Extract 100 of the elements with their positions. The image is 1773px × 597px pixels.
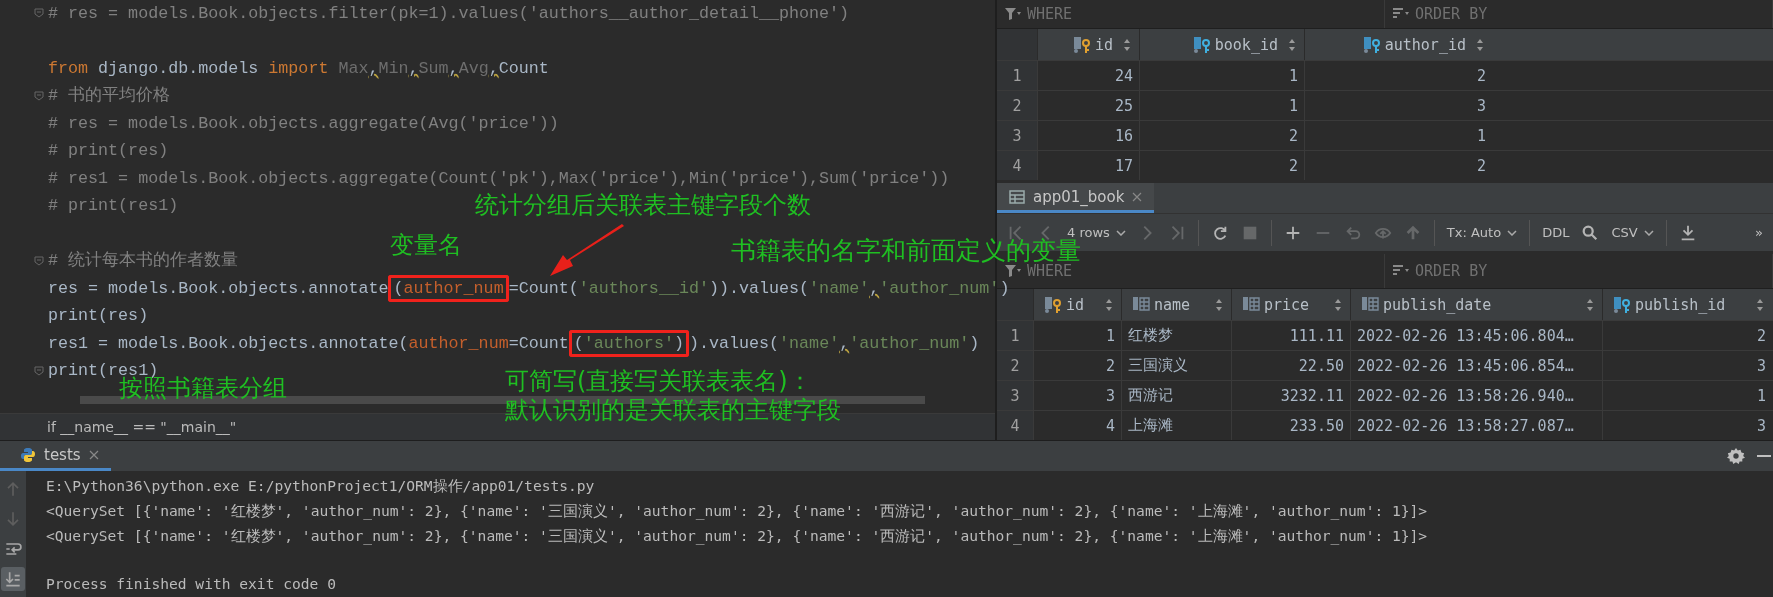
column-header[interactable]: author_id — [1304, 29, 1492, 60]
table-cell[interactable]: 1 — [1602, 381, 1772, 410]
table-cell[interactable]: 1 — [1304, 121, 1492, 150]
console-line: <QuerySet [{'name': '红楼梦', 'author_num': 2}, {'name': '三国演义', 'author_num': 2}, {'name': '西游记', 'author_num': 2}, {'name': '上海滩', 'author_num': 1}]> — [46, 502, 1428, 521]
sort-icon[interactable] — [1393, 7, 1409, 21]
annotation: 可简写(直接写关联表表名)： — [505, 368, 812, 395]
table-cell[interactable]: 2022-02-26 13:45:06.804… — [1350, 321, 1602, 350]
table-cell[interactable]: 上海滩 — [1121, 411, 1231, 440]
code-line: # res = models.Book.objects.aggregate(Avg('price')) — [48, 113, 559, 134]
column-header[interactable]: publish_id — [1602, 289, 1772, 320]
row-number: 2 — [997, 351, 1033, 380]
close-icon[interactable] — [1132, 191, 1143, 202]
fold-icon[interactable] — [34, 365, 44, 376]
table-cell[interactable]: 2 — [1602, 321, 1772, 350]
table-cell[interactable]: 25 — [1037, 91, 1139, 120]
code-line: res1 = models.Book.objects.annotate(author_num=Count ('authors') ).values('name','author_num') — [48, 333, 980, 354]
toolbar-button[interactable]: » — [1755, 225, 1763, 240]
table-cell[interactable]: 2 — [1139, 121, 1304, 150]
sort-arrows-icon[interactable] — [1123, 38, 1131, 51]
close-icon[interactable] — [88, 449, 99, 460]
fold-icon[interactable] — [34, 90, 44, 101]
table-cell[interactable]: 1 — [1139, 91, 1304, 120]
table-cell[interactable]: 1 — [1033, 321, 1121, 350]
table-cell[interactable]: 2 — [1139, 151, 1304, 180]
table-cell[interactable]: 2 — [1304, 151, 1492, 180]
sort-arrows-icon[interactable] — [1105, 298, 1113, 311]
key-icon — [1192, 35, 1211, 54]
annotation: 变量名 — [390, 232, 462, 259]
annotation: 书籍表的名字和前面定义的变量 — [731, 237, 1081, 265]
column-icon — [1361, 295, 1379, 314]
column-header[interactable]: publish_date — [1350, 289, 1602, 320]
table-cell[interactable]: 22.50 — [1231, 351, 1350, 380]
table-cell[interactable]: 2022-02-26 13:58:26.940… — [1350, 381, 1602, 410]
code-line: # res = models.Book.objects.filter(pk=1).values('authors__author_detail__phone') — [48, 3, 850, 24]
console-line: <QuerySet [{'name': '红楼梦', 'author_num': 2}, {'name': '三国演义', 'author_num': 2}, {'name': '西游记', 'author_num': 2}, {'name': '上海滩', 'author_num': 1}]> — [46, 527, 1428, 546]
table-cell[interactable]: 1 — [1139, 61, 1304, 90]
table-cell[interactable]: 三国演义 — [1121, 351, 1231, 380]
table-cell[interactable]: 16 — [1037, 121, 1139, 150]
console-line: E:\Python36\python.exe E:/pythonProject1/ORM操作/app01/tests.py — [46, 477, 595, 496]
table-cell[interactable]: 3 — [1602, 351, 1772, 380]
key-icon — [1044, 295, 1062, 314]
table-cell[interactable]: 2 — [1304, 61, 1492, 90]
table-cell[interactable]: 233.50 — [1231, 411, 1350, 440]
table-cell[interactable]: 红楼梦 — [1121, 321, 1231, 350]
sort-icon[interactable] — [1393, 264, 1409, 278]
table-cell[interactable]: 2 — [1033, 351, 1121, 380]
column-header[interactable]: price — [1231, 289, 1350, 320]
search-icon[interactable] — [1581, 223, 1600, 242]
table-cell[interactable]: 111.11 — [1231, 321, 1350, 350]
table-icon — [1009, 189, 1025, 204]
sort-arrows-icon[interactable] — [1334, 298, 1342, 311]
key-icon — [1072, 35, 1091, 54]
filter-icon[interactable] — [1005, 264, 1021, 278]
table-cell[interactable]: 3 — [1033, 381, 1121, 410]
settings-icon[interactable] — [1727, 447, 1745, 465]
code-line: # 统计每本书的作者数量 — [48, 251, 239, 272]
code-line: # 书的平均价格 — [48, 86, 171, 107]
column-icon — [1132, 295, 1150, 314]
fold-icon[interactable] — [34, 255, 44, 266]
dropdown[interactable]: CSV — [1611, 225, 1654, 240]
table-cell[interactable]: 17 — [1037, 151, 1139, 180]
toolbar-button[interactable]: DDL — [1542, 225, 1570, 240]
table-cell[interactable]: 4 — [1033, 411, 1121, 440]
dropdown[interactable]: Tx: Auto — [1446, 225, 1518, 240]
sort-arrows-icon[interactable] — [1756, 298, 1764, 311]
table-cell[interactable]: 西游记 — [1121, 381, 1231, 410]
fold-icon[interactable] — [34, 8, 44, 18]
dropdown[interactable]: 4 rows — [1067, 225, 1126, 240]
row-number: 3 — [997, 121, 1037, 150]
row-number: 4 — [997, 411, 1033, 440]
table-cell[interactable]: 3232.11 — [1231, 381, 1350, 410]
column-header[interactable]: id — [1037, 29, 1139, 60]
column-header[interactable]: name — [1121, 289, 1231, 320]
table-cell[interactable]: 3 — [1304, 91, 1492, 120]
caret-icon — [1115, 229, 1126, 236]
table-cell[interactable]: 2022-02-26 13:58:27.087… — [1350, 411, 1602, 440]
annotation: 统计分组后关联表主键字段个数 — [475, 192, 811, 219]
sort-arrows-icon[interactable] — [1288, 38, 1296, 51]
breadcrumb[interactable]: if __name__ == "__main__" — [47, 419, 237, 435]
table-cell[interactable]: 24 — [1037, 61, 1139, 90]
code-line: # res1 = models.Book.objects.aggregate(Count('pk'),Max('price'),Min('price'),Sum('price')) — [48, 168, 950, 189]
caret-icon — [1643, 229, 1654, 236]
sort-arrows-icon[interactable] — [1476, 38, 1484, 51]
minimize-icon[interactable] — [1757, 454, 1771, 458]
console-line: Process finished with exit code 0 — [46, 575, 336, 592]
sort-arrows-icon[interactable] — [1586, 298, 1594, 311]
code-line: # print(res) — [48, 141, 169, 162]
row-number: 1 — [997, 61, 1037, 90]
row-number: 1 — [997, 321, 1033, 350]
table-cell[interactable]: 2022-02-26 13:45:06.854… — [1350, 351, 1602, 380]
filter-icon[interactable] — [1005, 7, 1021, 21]
end-icon[interactable] — [1, 567, 25, 591]
python-icon — [20, 446, 36, 463]
table-tab[interactable]: app01_book — [997, 183, 1155, 213]
column-header[interactable]: book_id — [1139, 29, 1304, 60]
sort-arrows-icon[interactable] — [1215, 298, 1223, 311]
table-cell[interactable]: 3 — [1602, 411, 1772, 440]
code-line: res = models.Book.objects.annotate (author_num =Count('authors__id')).values('name','author_num') — [48, 278, 1010, 299]
column-header[interactable]: id — [1033, 289, 1121, 320]
code-line: from django.db.models import Max,Min,Sum,Avg,Count — [48, 58, 549, 79]
